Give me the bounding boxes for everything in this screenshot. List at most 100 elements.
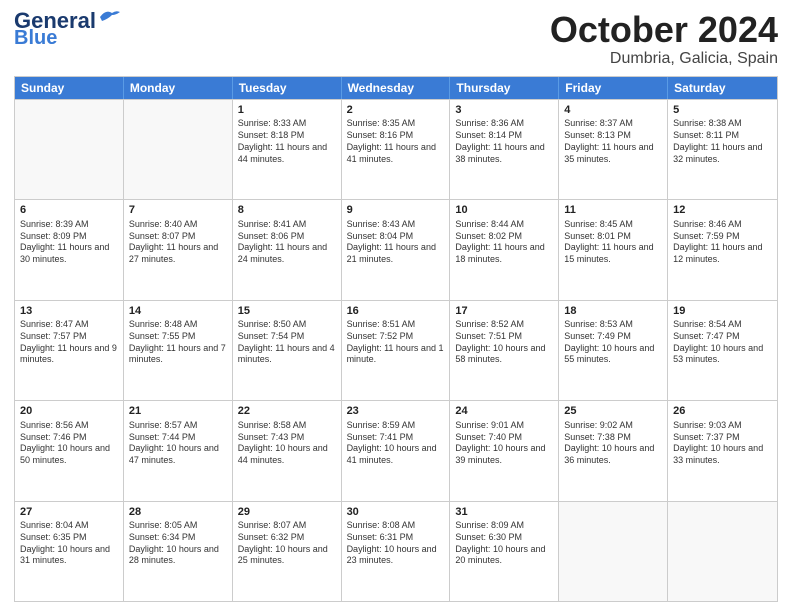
cell-day-number: 23 [347, 404, 445, 419]
cell-day-number: 4 [564, 103, 662, 118]
cell-day-number: 1 [238, 103, 336, 118]
calendar-cell: 23Sunrise: 8:59 AM Sunset: 7:41 PM Dayli… [342, 401, 451, 500]
weekday-header: Thursday [450, 77, 559, 99]
logo-bird-icon [98, 9, 120, 25]
weekday-header: Tuesday [233, 77, 342, 99]
cell-info: Sunrise: 8:05 AM Sunset: 6:34 PM Dayligh… [129, 520, 227, 567]
cell-day-number: 27 [20, 505, 118, 520]
calendar-cell: 28Sunrise: 8:05 AM Sunset: 6:34 PM Dayli… [124, 502, 233, 601]
calendar-row: 13Sunrise: 8:47 AM Sunset: 7:57 PM Dayli… [15, 300, 777, 400]
calendar-cell: 30Sunrise: 8:08 AM Sunset: 6:31 PM Dayli… [342, 502, 451, 601]
calendar-cell: 20Sunrise: 8:56 AM Sunset: 7:46 PM Dayli… [15, 401, 124, 500]
cell-day-number: 12 [673, 203, 772, 218]
calendar-cell: 17Sunrise: 8:52 AM Sunset: 7:51 PM Dayli… [450, 301, 559, 400]
cell-info: Sunrise: 9:03 AM Sunset: 7:37 PM Dayligh… [673, 420, 772, 467]
cell-info: Sunrise: 9:02 AM Sunset: 7:38 PM Dayligh… [564, 420, 662, 467]
cell-day-number: 14 [129, 304, 227, 319]
calendar-cell [668, 502, 777, 601]
cell-info: Sunrise: 8:39 AM Sunset: 8:09 PM Dayligh… [20, 219, 118, 266]
calendar-cell: 8Sunrise: 8:41 AM Sunset: 8:06 PM Daylig… [233, 200, 342, 299]
cell-day-number: 2 [347, 103, 445, 118]
cell-info: Sunrise: 8:35 AM Sunset: 8:16 PM Dayligh… [347, 118, 445, 165]
cell-day-number: 22 [238, 404, 336, 419]
cell-day-number: 17 [455, 304, 553, 319]
calendar-cell: 7Sunrise: 8:40 AM Sunset: 8:07 PM Daylig… [124, 200, 233, 299]
calendar-cell: 6Sunrise: 8:39 AM Sunset: 8:09 PM Daylig… [15, 200, 124, 299]
cell-info: Sunrise: 8:51 AM Sunset: 7:52 PM Dayligh… [347, 319, 445, 366]
weekday-header: Wednesday [342, 77, 451, 99]
cell-day-number: 30 [347, 505, 445, 520]
calendar-cell: 9Sunrise: 8:43 AM Sunset: 8:04 PM Daylig… [342, 200, 451, 299]
cell-info: Sunrise: 8:33 AM Sunset: 8:18 PM Dayligh… [238, 118, 336, 165]
cell-info: Sunrise: 8:09 AM Sunset: 6:30 PM Dayligh… [455, 520, 553, 567]
cell-day-number: 5 [673, 103, 772, 118]
calendar-cell: 27Sunrise: 8:04 AM Sunset: 6:35 PM Dayli… [15, 502, 124, 601]
cell-info: Sunrise: 8:46 AM Sunset: 7:59 PM Dayligh… [673, 219, 772, 266]
calendar-cell: 22Sunrise: 8:58 AM Sunset: 7:43 PM Dayli… [233, 401, 342, 500]
cell-info: Sunrise: 8:48 AM Sunset: 7:55 PM Dayligh… [129, 319, 227, 366]
cell-day-number: 18 [564, 304, 662, 319]
logo-blue: Blue [14, 28, 57, 48]
calendar-cell: 14Sunrise: 8:48 AM Sunset: 7:55 PM Dayli… [124, 301, 233, 400]
cell-day-number: 19 [673, 304, 772, 319]
calendar-cell [124, 100, 233, 199]
cell-day-number: 15 [238, 304, 336, 319]
cell-info: Sunrise: 8:07 AM Sunset: 6:32 PM Dayligh… [238, 520, 336, 567]
calendar-row: 6Sunrise: 8:39 AM Sunset: 8:09 PM Daylig… [15, 199, 777, 299]
calendar-cell: 26Sunrise: 9:03 AM Sunset: 7:37 PM Dayli… [668, 401, 777, 500]
calendar-cell: 16Sunrise: 8:51 AM Sunset: 7:52 PM Dayli… [342, 301, 451, 400]
header: General Blue October 2024 Dumbria, Galic… [14, 10, 778, 68]
cell-info: Sunrise: 8:47 AM Sunset: 7:57 PM Dayligh… [20, 319, 118, 366]
calendar-cell: 1Sunrise: 8:33 AM Sunset: 8:18 PM Daylig… [233, 100, 342, 199]
calendar-cell: 29Sunrise: 8:07 AM Sunset: 6:32 PM Dayli… [233, 502, 342, 601]
cell-day-number: 16 [347, 304, 445, 319]
calendar-cell: 31Sunrise: 8:09 AM Sunset: 6:30 PM Dayli… [450, 502, 559, 601]
calendar: SundayMondayTuesdayWednesdayThursdayFrid… [14, 76, 778, 602]
calendar-row: 20Sunrise: 8:56 AM Sunset: 7:46 PM Dayli… [15, 400, 777, 500]
cell-info: Sunrise: 8:52 AM Sunset: 7:51 PM Dayligh… [455, 319, 553, 366]
calendar-cell [15, 100, 124, 199]
calendar-cell: 10Sunrise: 8:44 AM Sunset: 8:02 PM Dayli… [450, 200, 559, 299]
cell-day-number: 8 [238, 203, 336, 218]
cell-info: Sunrise: 8:54 AM Sunset: 7:47 PM Dayligh… [673, 319, 772, 366]
cell-info: Sunrise: 8:57 AM Sunset: 7:44 PM Dayligh… [129, 420, 227, 467]
calendar-cell: 21Sunrise: 8:57 AM Sunset: 7:44 PM Dayli… [124, 401, 233, 500]
calendar-cell: 3Sunrise: 8:36 AM Sunset: 8:14 PM Daylig… [450, 100, 559, 199]
weekday-header: Saturday [668, 77, 777, 99]
calendar-cell: 25Sunrise: 9:02 AM Sunset: 7:38 PM Dayli… [559, 401, 668, 500]
calendar-cell: 4Sunrise: 8:37 AM Sunset: 8:13 PM Daylig… [559, 100, 668, 199]
cell-day-number: 25 [564, 404, 662, 419]
month-title: October 2024 [550, 10, 778, 50]
cell-info: Sunrise: 8:53 AM Sunset: 7:49 PM Dayligh… [564, 319, 662, 366]
cell-info: Sunrise: 8:37 AM Sunset: 8:13 PM Dayligh… [564, 118, 662, 165]
calendar-body: 1Sunrise: 8:33 AM Sunset: 8:18 PM Daylig… [15, 99, 777, 601]
weekday-header: Friday [559, 77, 668, 99]
calendar-cell: 11Sunrise: 8:45 AM Sunset: 8:01 PM Dayli… [559, 200, 668, 299]
cell-info: Sunrise: 8:59 AM Sunset: 7:41 PM Dayligh… [347, 420, 445, 467]
cell-day-number: 20 [20, 404, 118, 419]
cell-info: Sunrise: 8:58 AM Sunset: 7:43 PM Dayligh… [238, 420, 336, 467]
cell-info: Sunrise: 8:08 AM Sunset: 6:31 PM Dayligh… [347, 520, 445, 567]
cell-day-number: 11 [564, 203, 662, 218]
cell-day-number: 6 [20, 203, 118, 218]
cell-day-number: 24 [455, 404, 553, 419]
cell-info: Sunrise: 8:41 AM Sunset: 8:06 PM Dayligh… [238, 219, 336, 266]
cell-info: Sunrise: 8:45 AM Sunset: 8:01 PM Dayligh… [564, 219, 662, 266]
cell-day-number: 10 [455, 203, 553, 218]
calendar-row: 27Sunrise: 8:04 AM Sunset: 6:35 PM Dayli… [15, 501, 777, 601]
cell-day-number: 7 [129, 203, 227, 218]
logo: General Blue [14, 10, 120, 48]
calendar-cell: 12Sunrise: 8:46 AM Sunset: 7:59 PM Dayli… [668, 200, 777, 299]
page-container: General Blue October 2024 Dumbria, Galic… [0, 0, 792, 612]
cell-info: Sunrise: 8:36 AM Sunset: 8:14 PM Dayligh… [455, 118, 553, 165]
title-block: October 2024 Dumbria, Galicia, Spain [550, 10, 778, 68]
cell-info: Sunrise: 8:56 AM Sunset: 7:46 PM Dayligh… [20, 420, 118, 467]
calendar-cell: 24Sunrise: 9:01 AM Sunset: 7:40 PM Dayli… [450, 401, 559, 500]
cell-day-number: 9 [347, 203, 445, 218]
cell-info: Sunrise: 8:38 AM Sunset: 8:11 PM Dayligh… [673, 118, 772, 165]
cell-info: Sunrise: 8:40 AM Sunset: 8:07 PM Dayligh… [129, 219, 227, 266]
cell-day-number: 3 [455, 103, 553, 118]
cell-day-number: 29 [238, 505, 336, 520]
calendar-cell: 2Sunrise: 8:35 AM Sunset: 8:16 PM Daylig… [342, 100, 451, 199]
cell-day-number: 31 [455, 505, 553, 520]
